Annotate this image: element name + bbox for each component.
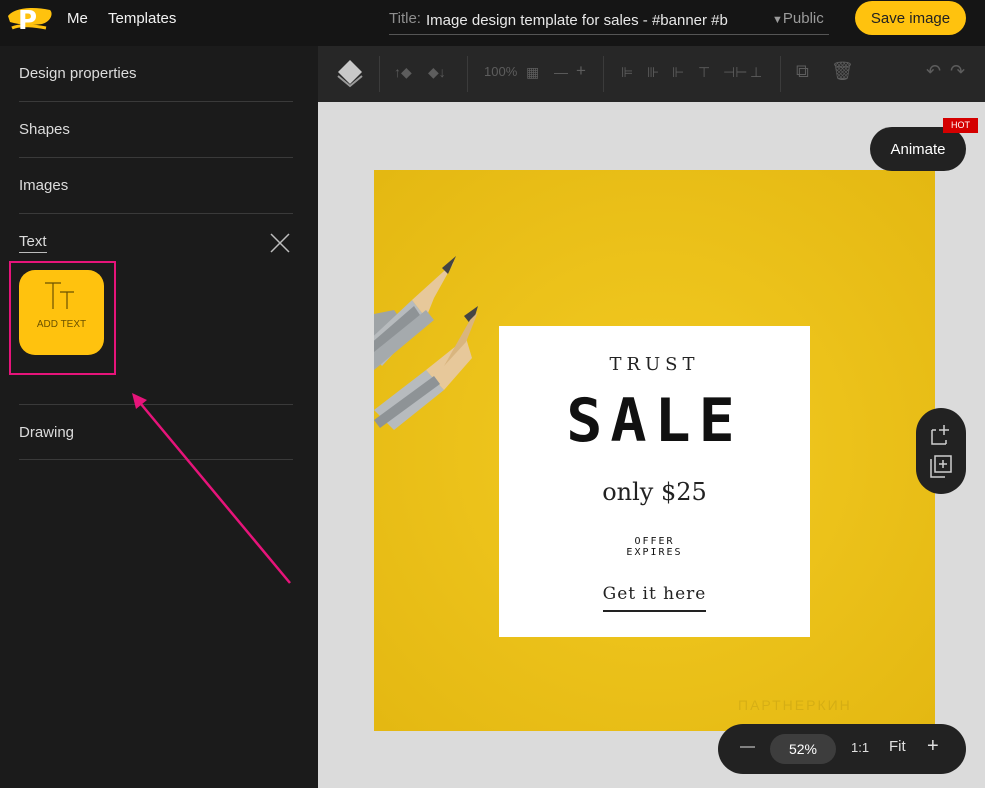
visibility-label: Public [782,10,824,27]
save-image-button[interactable]: Save image [855,1,966,35]
logo-letter: P [18,6,37,36]
duplicate-page-icon[interactable] [928,454,954,480]
close-icon[interactable] [269,232,291,254]
nav-templates[interactable]: Templates [108,10,176,27]
sidebar-item-design-properties[interactable]: Design properties [19,46,293,102]
animate-button[interactable]: Animate [870,127,966,171]
expires-line: EXPIRES [626,547,683,558]
add-page-icon[interactable] [928,422,954,448]
duplicate-icon[interactable]: ⧉ [796,61,809,82]
minus-icon[interactable]: — [554,64,568,80]
bring-forward-icon[interactable]: ↑◆ [394,64,412,81]
sidebar-item-images[interactable]: Images [19,158,293,214]
sidebar-item-label: Images [19,177,69,194]
layers-icon[interactable] [336,58,364,88]
sidebar-item-shapes[interactable]: Shapes [19,102,293,158]
redo-icon[interactable]: ↷ [950,61,965,82]
watermark: ПАРТНЕРКИН [738,697,852,713]
sale-text[interactable]: SALE [499,386,810,456]
align-right-icon[interactable]: ⊩ [672,64,684,81]
sale-card[interactable]: TRUST SALE only $25 OFFER EXPIRES Get it… [499,326,810,637]
sidebar-item-label: Design properties [19,65,137,82]
logo[interactable]: P [6,2,56,38]
zoom-fit-button[interactable]: Fit [889,738,906,755]
plus-icon[interactable]: + [576,61,586,81]
sidebar-item-label: Text [19,233,47,253]
top-bar: P Me Templates Title: ▼Public Save image [0,0,985,46]
align-center-icon[interactable]: ⊪ [647,64,659,81]
trash-icon[interactable]: 🗑 [831,61,854,82]
align-top-icon[interactable]: ⊤ [698,64,710,81]
send-backward-icon[interactable]: ◆↓ [428,64,446,81]
highlight-box [9,261,116,375]
offer-expires-text[interactable]: OFFER EXPIRES [499,536,810,558]
undo-icon[interactable]: ↶ [926,61,941,82]
align-middle-icon[interactable]: ⊣⊢ [723,64,747,81]
align-left-icon[interactable]: ⊫ [621,64,633,81]
price-text[interactable]: only $25 [499,478,810,506]
caret-down-icon: ▼ [772,14,783,26]
sidebar-item-label: Drawing [19,424,75,441]
zoom-actual-size-button[interactable]: 1:1 [851,740,869,755]
artboard[interactable]: TRUST SALE only $25 OFFER EXPIRES Get it… [374,170,935,731]
hot-badge: HOT [943,118,978,133]
visibility-dropdown[interactable]: ▼Public [772,10,824,27]
zoom-bar: — 52% 1:1 Fit + [718,724,966,774]
title-field: Title: ▼Public [389,5,829,35]
align-bottom-icon[interactable]: ⊥ [750,64,762,81]
editor-toolbar: ↑◆ ◆↓ 100% ▦ — + ⊫ ⊪ ⊩ ⊤ ⊣⊢ ⊥ ⧉ 🗑 ↶ ↷ [318,46,985,102]
sidebar-item-label: Shapes [19,121,70,138]
cta-text[interactable]: Get it here [499,584,810,604]
zoom-level[interactable]: 52% [770,734,836,764]
trust-text[interactable]: TRUST [499,354,810,375]
pointer-arrow-annotation [132,393,291,584]
transparency-icon[interactable]: ▦ [526,64,539,81]
title-input[interactable] [426,8,762,32]
nav-me[interactable]: Me [67,10,88,27]
cta-underline [603,610,706,612]
offer-line: OFFER [634,536,675,547]
page-actions [916,408,966,494]
zoom-in-button[interactable]: + [927,735,939,758]
zoom-out-button[interactable]: — [740,738,755,755]
toolbar-zoom-text: 100% [484,64,518,79]
title-label: Title: [389,10,421,27]
